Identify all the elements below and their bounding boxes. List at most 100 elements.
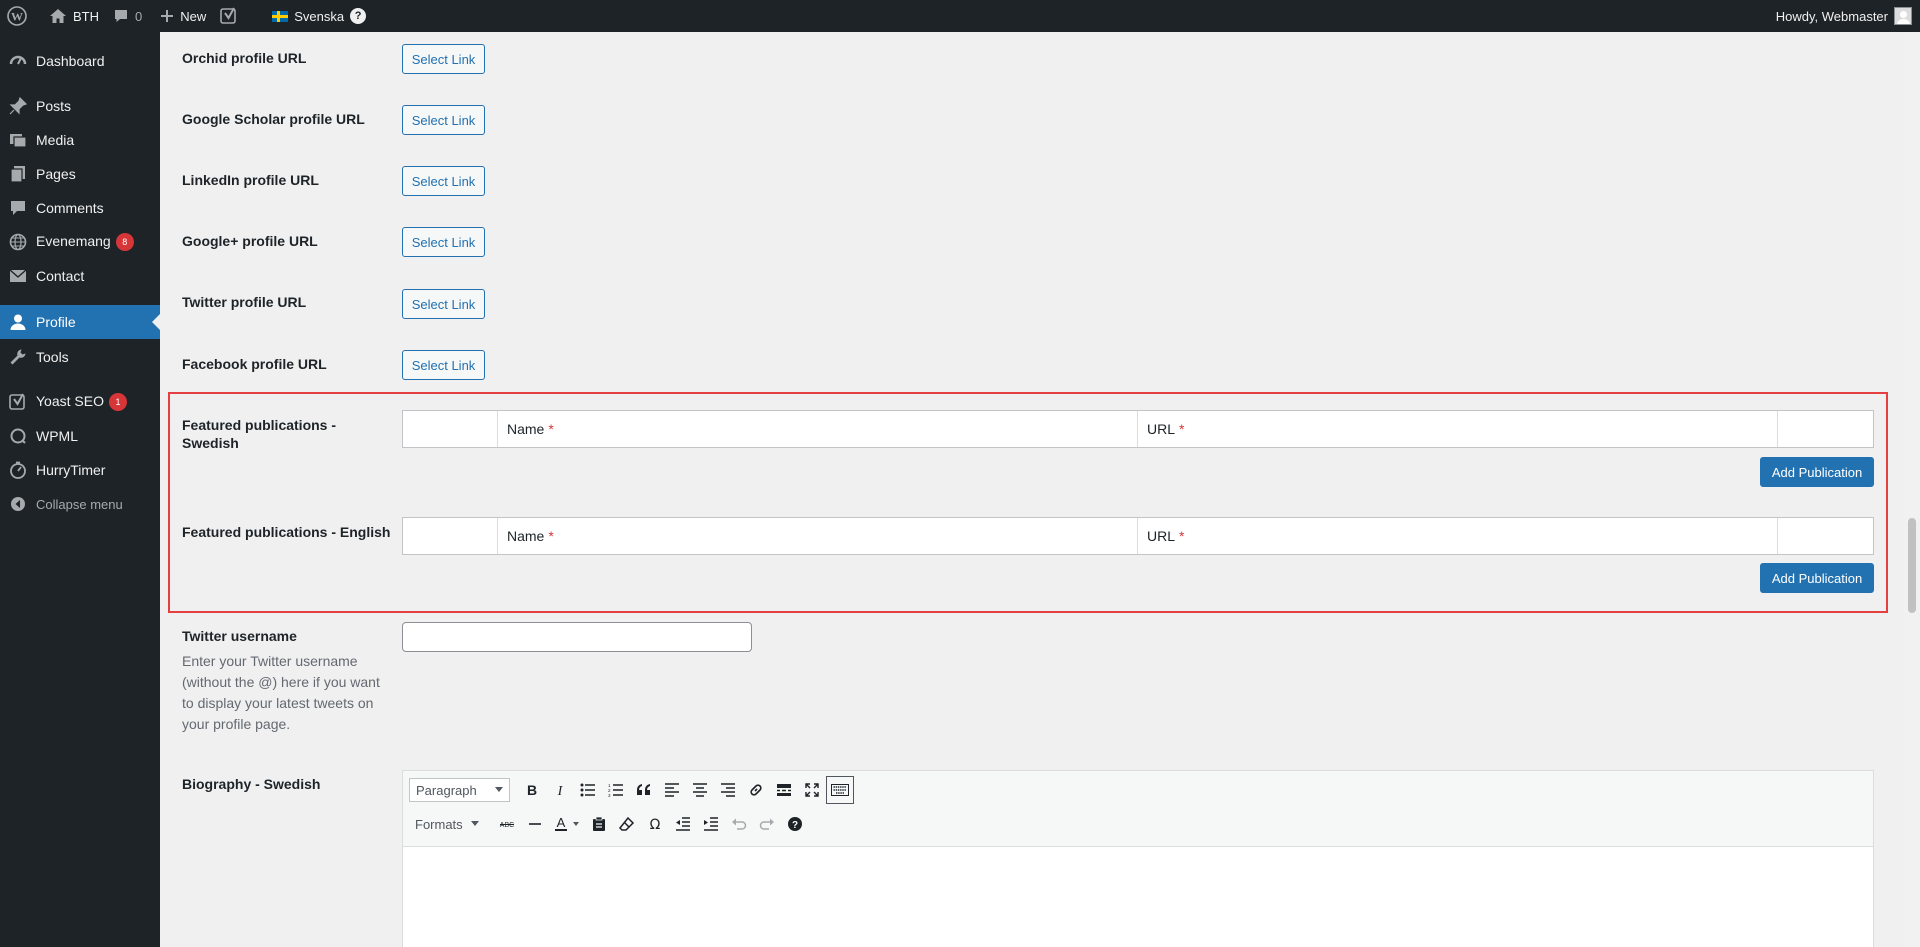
insert-link-button[interactable] <box>742 776 770 804</box>
update-count-badge: 8 <box>115 233 134 252</box>
eraser-icon <box>618 816 634 831</box>
page-scrollbar[interactable] <box>1904 32 1920 947</box>
site-name-link[interactable]: BTH <box>35 0 107 32</box>
clear-formatting-button[interactable] <box>613 810 641 838</box>
editor-toolbar-secondary: Formats ABC A Ω ? <box>403 807 1873 841</box>
new-content-link[interactable]: New <box>150 0 214 32</box>
language-switcher[interactable]: Svenska ? <box>246 0 374 32</box>
text-color-icon: A <box>554 816 579 831</box>
formats-dropdown[interactable]: Formats <box>409 812 485 836</box>
special-character-button[interactable]: Ω <box>641 810 669 838</box>
required-mark: * <box>548 528 554 544</box>
bullet-list-button[interactable] <box>574 776 602 804</box>
my-account-link[interactable]: Howdy, Webmaster <box>1776 0 1912 32</box>
menu-label: Media <box>36 132 75 148</box>
yoast-adminbar-link[interactable] <box>214 0 246 32</box>
read-more-icon <box>776 784 791 796</box>
menu-item-yoast-seo[interactable]: Yoast SEO 1 <box>0 385 160 419</box>
scrollbar-thumb[interactable] <box>1908 518 1916 613</box>
collapse-menu-button[interactable]: Collapse menu <box>0 487 160 521</box>
menu-item-hurrytimer[interactable]: HurryTimer <box>0 453 160 487</box>
bold-button[interactable]: B <box>518 776 546 804</box>
align-left-button[interactable] <box>658 776 686 804</box>
formats-label: Formats <box>415 816 463 832</box>
clipboard-icon <box>592 816 605 831</box>
indent-button[interactable] <box>697 810 725 838</box>
outdent-button[interactable] <box>669 810 697 838</box>
redo-button[interactable] <box>753 810 781 838</box>
orchid-select-link-button[interactable]: Select Link <box>402 44 485 74</box>
wordpress-logo-icon[interactable]: W <box>0 0 35 32</box>
svg-text:W: W <box>11 10 23 24</box>
chevron-down-icon <box>470 821 479 826</box>
blockquote-button[interactable] <box>630 776 658 804</box>
yoast-icon <box>8 392 28 412</box>
read-more-button[interactable] <box>770 776 798 804</box>
menu-item-tools[interactable]: Tools <box>0 340 160 374</box>
menu-label: Pages <box>36 166 76 182</box>
linkedin-url-label: LinkedIn profile URL <box>182 172 319 188</box>
new-label: New <box>180 8 207 24</box>
strikethrough-icon: ABC <box>499 822 513 829</box>
strikethrough-button[interactable]: ABC <box>493 810 521 838</box>
horizontal-line-button[interactable] <box>521 810 549 838</box>
google-scholar-url-label: Google Scholar profile URL <box>182 111 365 127</box>
twitter-username-label: Twitter username <box>182 628 297 644</box>
twitter-username-description: Enter your Twitter username (without the… <box>182 653 380 732</box>
horizontal-line-icon <box>528 823 541 825</box>
help-icon: ? <box>350 8 367 24</box>
globe-icon <box>8 232 28 252</box>
menu-item-wpml[interactable]: WPML <box>0 419 160 453</box>
google-plus-select-link-button[interactable]: Select Link <box>402 227 485 257</box>
required-mark: * <box>1179 528 1185 544</box>
comments-link[interactable]: 0 <box>107 0 150 32</box>
twitter-username-input[interactable] <box>402 622 752 652</box>
paste-text-button[interactable] <box>585 810 613 838</box>
publications-english-table: Name * URL * <box>402 517 1874 555</box>
menu-item-profile[interactable]: Profile <box>0 305 160 339</box>
twitter-url-label: Twitter profile URL <box>182 294 307 310</box>
fullscreen-button[interactable] <box>798 776 826 804</box>
numbered-list-icon: 123 <box>608 783 623 797</box>
svg-text:Ω: Ω <box>649 817 660 831</box>
linkedin-select-link-button[interactable]: Select Link <box>402 166 485 196</box>
numbered-list-button[interactable]: 123 <box>602 776 630 804</box>
keyboard-shortcuts-button[interactable]: ? <box>781 810 809 838</box>
bullet-list-icon <box>580 783 595 797</box>
twitter-select-link-button[interactable]: Select Link <box>402 289 485 319</box>
svg-text:A: A <box>556 816 565 830</box>
biography-editor-area[interactable] <box>403 846 1873 947</box>
pages-icon <box>8 164 28 184</box>
menu-item-media[interactable]: Media <box>0 123 160 157</box>
italic-button[interactable]: I <box>546 776 574 804</box>
google-scholar-select-link-button[interactable]: Select Link <box>402 105 485 135</box>
admin-menu: Dashboard Posts Media Pages Comments Eve… <box>0 32 160 947</box>
indent-icon <box>703 817 718 831</box>
menu-item-posts[interactable]: Posts <box>0 89 160 123</box>
menu-item-dashboard[interactable]: Dashboard <box>0 44 160 78</box>
admin-bar: W BTH 0 New Svenska ? Howdy, Webmaster <box>0 0 1920 32</box>
menu-item-comments[interactable]: Comments <box>0 191 160 225</box>
toolbar-toggle-button[interactable] <box>825 776 854 804</box>
greeting: Howdy, Webmaster <box>1775 8 1888 24</box>
menu-item-contact[interactable]: Contact <box>0 259 160 293</box>
menu-item-evenemang[interactable]: Evenemang 8 <box>0 225 160 259</box>
undo-button[interactable] <box>725 810 753 838</box>
text-color-button[interactable]: A <box>549 810 585 838</box>
align-center-button[interactable] <box>686 776 714 804</box>
svg-text:B: B <box>527 783 537 797</box>
outdent-icon <box>675 817 690 831</box>
facebook-select-link-button[interactable]: Select Link <box>402 350 485 380</box>
column-separator <box>497 411 498 447</box>
add-publication-swedish-button[interactable]: Add Publication <box>1760 457 1874 487</box>
menu-item-pages[interactable]: Pages <box>0 157 160 191</box>
column-separator <box>1137 411 1138 447</box>
align-right-button[interactable] <box>714 776 742 804</box>
quote-icon <box>636 784 650 795</box>
redo-icon <box>759 818 774 830</box>
add-publication-english-button[interactable]: Add Publication <box>1760 563 1874 593</box>
url-header-text: URL <box>1147 528 1176 544</box>
menu-label: Yoast SEO <box>36 392 104 409</box>
column-separator <box>497 518 498 554</box>
paragraph-format-select[interactable]: Paragraph <box>409 778 510 802</box>
